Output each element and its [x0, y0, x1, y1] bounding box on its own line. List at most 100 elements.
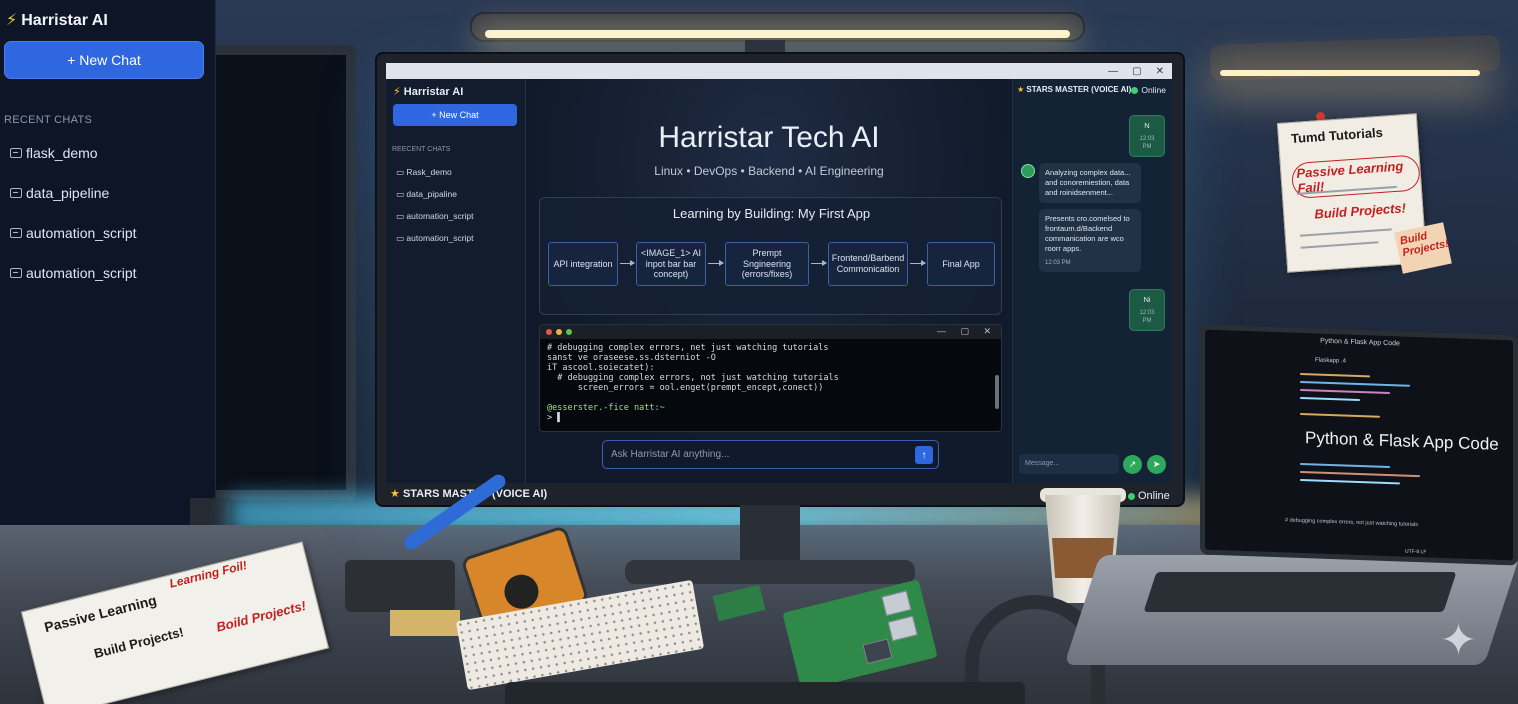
user-message: Ni 12:03 PM	[1129, 289, 1165, 332]
laptop-screen: Python & Flask App Code Flaskapp .4 Pyth…	[1200, 324, 1518, 566]
keyboard	[505, 682, 1025, 704]
sidebar-item-label: automation_script	[26, 265, 137, 281]
laptop-terminal-line: # debugging complex errors, not just wat…	[1285, 517, 1418, 529]
bezel-online-status: Online	[1128, 490, 1170, 502]
flow-arrow	[811, 260, 827, 266]
ethernet-port	[862, 638, 893, 665]
flow-node-final-app: Final App	[927, 242, 995, 286]
app-sidebar: ⚡ Harristar AI + New Chat REECENT CHATS …	[386, 79, 526, 483]
chat-icon	[10, 228, 22, 238]
send-icon[interactable]: ➤	[1147, 455, 1166, 474]
voice-message-input[interactable]: Message...	[1019, 454, 1119, 474]
brand-label: Harristar AI	[21, 12, 108, 29]
flow-arrow	[910, 260, 926, 266]
maximize-icon[interactable]: ▢	[1132, 66, 1141, 77]
flow-title: Learning by Building: My First App	[672, 206, 871, 221]
laptop-window-title: Python & Flask App Code	[1320, 337, 1400, 348]
wall-note-line2: Build Projects!	[1313, 200, 1407, 222]
usb-port	[881, 590, 912, 617]
soldering-sponge	[390, 610, 460, 636]
sidebar-item-label: automation_script	[406, 211, 474, 221]
sidebar-item-automation-script[interactable]: ▭ automation_script	[396, 211, 474, 222]
chat-icon	[10, 268, 22, 278]
minimize-dot-icon[interactable]	[556, 329, 562, 335]
terminal-window[interactable]: — ▢ ✕ # debugging complex errors, net ju…	[539, 324, 1002, 432]
wall-tag-note: Build Projects!	[1394, 222, 1452, 274]
mic-icon[interactable]: ↗	[1123, 455, 1142, 474]
sidebar-item-label: automation_script	[406, 233, 474, 243]
sparkle-icon: ✦	[1440, 616, 1477, 665]
wall-note-title: Tumd Tutorials	[1290, 124, 1384, 147]
laptop-statusbar: UTF-8 LF	[1405, 548, 1427, 556]
light-bar-glow	[485, 30, 1070, 38]
terminal-controls[interactable]: — ▢ ✕	[937, 326, 997, 337]
maximize-dot-icon[interactable]	[566, 329, 572, 335]
recent-chats-heading: REECENT CHATS	[392, 146, 451, 153]
voice-panel-title-label: STARS MASTER (VOICE AI)	[1026, 85, 1132, 94]
sidebar-item-rask-demo[interactable]: ▭ Rask_demo	[396, 167, 452, 178]
sidebar-item-flask-demo[interactable]: flask_demo	[10, 145, 98, 161]
online-status: Online	[1131, 85, 1166, 95]
terminal-scrollbar[interactable]	[995, 375, 999, 409]
code-line	[1300, 372, 1370, 378]
monitor-base	[625, 560, 915, 584]
window-titlebar: — ▢ ✕	[386, 63, 1172, 79]
laptop-headline: Python & Flask App Code	[1305, 428, 1499, 454]
chat-icon: ▭	[396, 233, 407, 243]
voice-panel-title: ★ STARS MASTER (VOICE AI)	[1017, 85, 1131, 94]
code-line	[1300, 462, 1390, 469]
online-dot-icon	[1131, 87, 1139, 95]
sidebar-item-label: Rask_demo	[406, 167, 452, 177]
papers-title2: Build Projects!	[92, 624, 186, 661]
message-time: 12:03 PM	[1139, 310, 1155, 325]
close-icon[interactable]: ✕	[1156, 66, 1164, 77]
new-chat-button[interactable]: + New Chat	[4, 41, 204, 79]
minimize-icon[interactable]: —	[1108, 66, 1118, 77]
flow-arrow	[708, 260, 724, 266]
message-time: 12:03 PM	[1045, 259, 1071, 266]
app-brand: ⚡ Harristar AI	[393, 85, 463, 98]
star-icon: ★	[1017, 85, 1025, 94]
flow-node-api: API integration	[548, 242, 618, 286]
secondary-monitor	[216, 45, 356, 500]
flow-node-prompt: Prempt Sngineering (errors/fixes)	[725, 242, 809, 286]
laptop-editor-tab[interactable]: Flaskapp .4	[1315, 357, 1346, 364]
papers-note2: Boild Projects!	[214, 597, 308, 635]
sidebar-item-automation-script-2[interactable]: automation_script	[10, 265, 137, 281]
code-line	[1300, 412, 1380, 418]
message-text: Ni	[1143, 295, 1151, 304]
sidebar-item-automation-script[interactable]: automation_script	[10, 225, 137, 241]
brand-label: Harristar AI	[403, 86, 464, 98]
ask-input[interactable]	[603, 441, 903, 468]
bot-message: Presents cro.comelsed to frontaum.d/Back…	[1039, 209, 1141, 272]
note-scribble	[1299, 228, 1392, 237]
terminal-cursor-line[interactable]: > ▌	[547, 413, 562, 423]
online-dot-icon	[1128, 492, 1135, 500]
message-text: N	[1144, 121, 1150, 130]
wall-lamp-glow	[1220, 70, 1480, 76]
page-subtitle: Linux • DevOps • Backend • AI Engineerin…	[654, 164, 884, 178]
page-title: Harristar Tech AI	[658, 121, 880, 154]
monitor-screen: — ▢ ✕ ⚡ Harristar AI + New Chat REECENT …	[386, 63, 1172, 483]
learning-flow-diagram: Learning by Building: My First App API i…	[539, 197, 1002, 315]
new-chat-button[interactable]: + New Chat	[393, 104, 517, 126]
close-dot-icon[interactable]	[546, 329, 552, 335]
send-arrow-icon[interactable]: ↑	[915, 446, 933, 464]
chat-icon	[10, 188, 22, 198]
flow-node-input-bar: <IMAGE_1> AI inpot bar bar concept)	[636, 242, 706, 286]
star-icon: ★	[390, 488, 400, 500]
code-line	[1300, 478, 1400, 485]
voice-ai-panel: ★ STARS MASTER (VOICE AI) Online N 12:03…	[1012, 79, 1172, 483]
chat-icon: ▭	[396, 167, 407, 177]
lightning-icon: ⚡	[6, 12, 18, 29]
chat-icon	[10, 148, 22, 158]
sidebar-item-automation-script-2[interactable]: ▭ automation_script	[396, 233, 474, 244]
note-scribble	[1300, 241, 1379, 249]
terminal-titlebar: — ▢ ✕	[540, 325, 1001, 339]
sidebar-item-data-pipaline[interactable]: ▭ data_pipaline	[396, 189, 457, 200]
terminal-line: sanst ve oraseese.ss.dsterniot -O	[547, 353, 716, 363]
lightning-icon: ⚡	[393, 86, 401, 98]
sidebar-item-data-pipeline[interactable]: data_pipeline	[10, 185, 109, 201]
laptop-keyboard	[1143, 572, 1457, 612]
recent-chats-heading: RECENT CHATS	[4, 114, 93, 126]
